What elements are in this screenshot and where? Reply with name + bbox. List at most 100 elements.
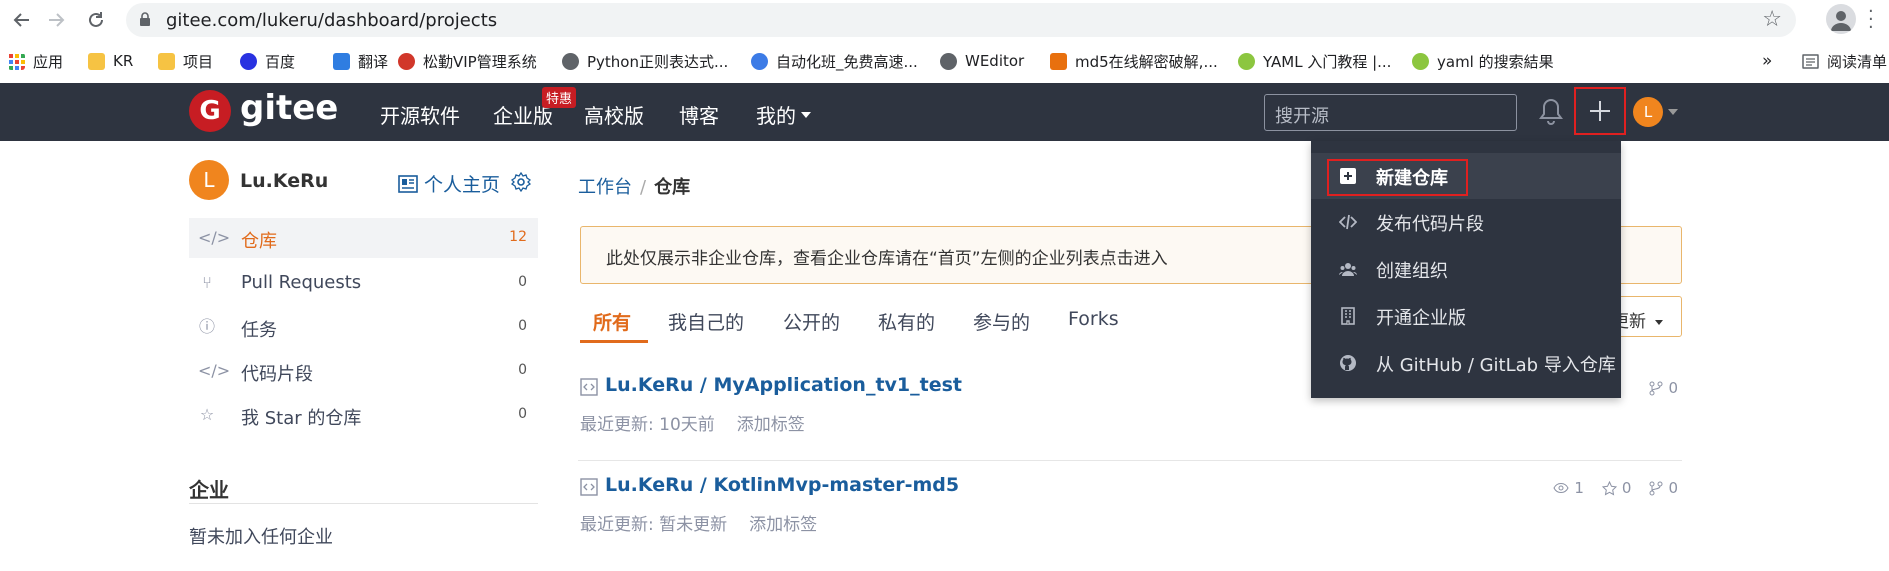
nav-mine[interactable]: 我的 <box>756 100 811 129</box>
translate-icon <box>333 52 350 70</box>
bookmark-label: 翻译 <box>358 52 389 71</box>
menu-item-enterprise[interactable]: 开通企业版 <box>1311 293 1621 339</box>
browser-menu-icon[interactable]: · · · <box>1868 3 1874 37</box>
homepage-link[interactable]: 个人主页 <box>398 170 500 197</box>
search-input[interactable]: 搜开源 <box>1264 94 1517 131</box>
md5-site-icon <box>1050 52 1067 70</box>
back-button[interactable] <box>8 6 36 34</box>
menu-item-label: 创建组织 <box>1376 261 1448 282</box>
code-icon: </> <box>198 361 231 380</box>
issue-icon: ⓘ <box>198 317 215 336</box>
logo-text[interactable]: gitee <box>240 88 338 128</box>
tab-all[interactable]: 所有 <box>593 308 631 335</box>
code-icon <box>1339 214 1357 230</box>
site-header: G gitee 开源软件 企业版 特惠 高校版 博客 我的 搜开源 L <box>0 83 1889 141</box>
sidebar-item-count: 0 <box>518 274 527 290</box>
reload-button[interactable] <box>82 6 110 34</box>
browser-toolbar: gitee.com/lukeru/dashboard/projects ☆ · ·… <box>0 0 1889 40</box>
menu-item-import-repo[interactable]: 从 GitHub / GitLab 导入仓库 <box>1311 340 1621 386</box>
sidebar-item-snippets[interactable]: </> 代码片段 0 <box>189 351 538 391</box>
fork-count[interactable]: 0 <box>1649 479 1678 497</box>
repo-name: MyApplication_tv1_test <box>713 374 962 396</box>
sidebar-item-count: 0 <box>518 406 527 422</box>
building-icon <box>1341 307 1355 325</box>
bookmark-item[interactable]: md5在线解密破解,... <box>1050 50 1218 72</box>
sidebar-item-label: Pull Requests <box>241 272 362 293</box>
repo-stats: 1 0 0 <box>1553 479 1678 497</box>
baidu-paw-icon <box>240 52 257 70</box>
bookmark-item[interactable]: 翻译 <box>333 50 388 72</box>
sidebar-item-label: 代码片段 <box>241 364 313 385</box>
reading-list-icon <box>1802 53 1819 69</box>
bookmark-item[interactable]: 应用 <box>8 50 63 72</box>
nav-open-source[interactable]: 开源软件 <box>380 100 460 129</box>
fork-count-value: 0 <box>1668 379 1678 397</box>
create-button[interactable] <box>1574 87 1626 135</box>
bookmark-item[interactable]: Python正则表达式... <box>562 50 728 72</box>
pull-request-icon: ⑂ <box>202 273 212 292</box>
add-tag-button[interactable]: 添加标签 <box>749 515 817 535</box>
id-card-icon <box>398 174 418 193</box>
back-arrow-icon <box>13 13 29 27</box>
bookmark-item[interactable]: yaml 的搜索結果 <box>1412 50 1554 72</box>
runoob-icon <box>1238 52 1255 70</box>
tab-participated[interactable]: 参与的 <box>973 308 1030 335</box>
bookmark-item[interactable]: KR <box>88 50 133 72</box>
menu-item-new-snippet[interactable]: 发布代码片段 <box>1311 199 1621 245</box>
active-tab-indicator <box>580 340 648 343</box>
forward-button[interactable] <box>42 6 70 34</box>
songqin-icon <box>398 52 415 70</box>
gear-icon[interactable] <box>511 172 531 192</box>
bookmark-item[interactable]: 百度 <box>240 50 295 72</box>
sidebar-item-issues[interactable]: ⓘ 任务 0 <box>189 307 538 347</box>
tab-forks[interactable]: Forks <box>1068 308 1119 330</box>
gitee-logo-icon[interactable]: G <box>189 90 231 132</box>
star-count-value: 0 <box>1621 479 1632 497</box>
more-bookmarks-button[interactable]: » <box>1762 50 1772 72</box>
bookmark-item[interactable]: YAML 入门教程 |... <box>1238 50 1391 72</box>
reading-list-button[interactable]: 阅读清单 <box>1802 50 1887 72</box>
breadcrumb: 工作台 / 仓库 <box>578 173 690 199</box>
menu-item-new-org[interactable]: 创建组织 <box>1311 246 1621 292</box>
breadcrumb-root[interactable]: 工作台 <box>578 177 632 198</box>
tab-public[interactable]: 公开的 <box>783 308 840 335</box>
sidebar-username[interactable]: Lu.KeRu <box>240 170 328 192</box>
tab-mine[interactable]: 我自己的 <box>668 308 744 335</box>
watch-count[interactable]: 1 <box>1553 479 1584 497</box>
nav-education[interactable]: 高校版 <box>584 100 644 129</box>
bookmark-label: 自动化班_免费高速... <box>776 52 918 71</box>
address-bar[interactable]: gitee.com/lukeru/dashboard/projects ☆ <box>126 3 1796 37</box>
bookmark-label: 项目 <box>183 52 214 71</box>
cloud-icon <box>751 52 768 70</box>
bookmark-label: yaml 的搜索結果 <box>1437 52 1554 71</box>
tab-private[interactable]: 私有的 <box>878 308 935 335</box>
repo-link[interactable]: Lu.KeRu / KotlinMvp-master-md5 <box>605 474 959 496</box>
sidebar-avatar[interactable]: L <box>189 160 229 200</box>
fork-icon <box>1649 381 1663 395</box>
nav-blog[interactable]: 博客 <box>679 100 719 129</box>
bell-icon[interactable] <box>1538 97 1564 125</box>
star-icon <box>1601 480 1617 495</box>
star-count[interactable]: 0 <box>1601 479 1632 497</box>
fork-count[interactable]: 0 <box>1649 379 1678 397</box>
repo-link[interactable]: Lu.KeRu / MyApplication_tv1_test <box>605 374 962 396</box>
menu-item-label: 从 GitHub / GitLab 导入仓库 <box>1376 355 1616 376</box>
bookmark-label: 应用 <box>33 52 64 71</box>
bookmark-item[interactable]: 项目 <box>158 50 213 72</box>
avatar[interactable]: L <box>1633 97 1663 127</box>
bookmark-item[interactable]: 自动化班_免费高速... <box>751 50 918 72</box>
chevron-down-icon[interactable] <box>1668 109 1678 115</box>
sidebar-item-starred[interactable]: ☆ 我 Star 的仓库 0 <box>189 395 538 435</box>
sidebar-item-pull-requests[interactable]: ⑂ Pull Requests 0 <box>189 263 538 303</box>
add-tag-button[interactable]: 添加标签 <box>737 415 805 435</box>
bookmark-item[interactable]: 松勤VIP管理系统 <box>398 50 537 72</box>
bookmark-star-icon[interactable]: ☆ <box>1762 7 1782 32</box>
repo-meta: 最近更新: 10天前 添加标签 <box>580 410 805 435</box>
profile-icon[interactable] <box>1826 4 1856 34</box>
globe-icon <box>940 52 957 70</box>
bookmark-item[interactable]: WEditor <box>940 50 1024 72</box>
repo-owner: Lu.KeRu <box>605 374 694 396</box>
sidebar-item-repos[interactable]: </> 仓库 12 <box>189 218 538 258</box>
lock-icon <box>140 12 150 26</box>
enterprise-heading: 企业 <box>189 478 229 502</box>
